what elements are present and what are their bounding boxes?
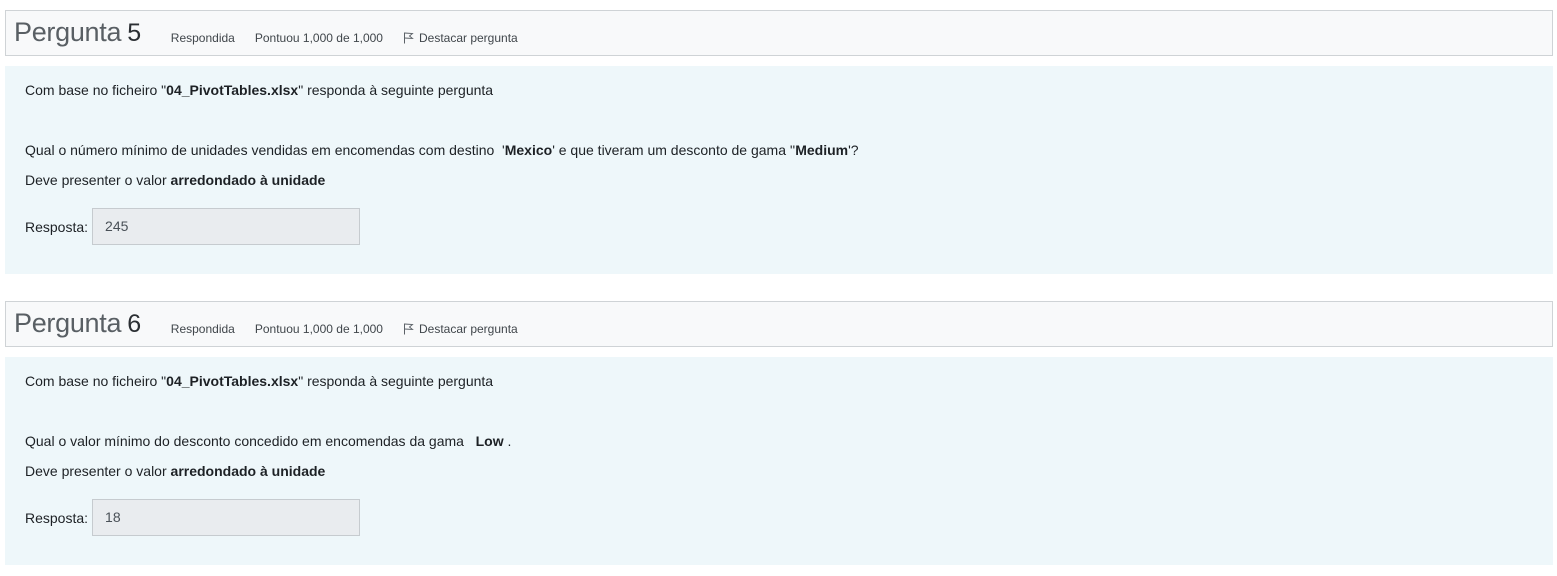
question-text-start: Qual o valor mínimo do desconto concedid… xyxy=(25,433,476,449)
question-title-prefix: Pergunta xyxy=(14,308,122,338)
answer-label: Resposta: xyxy=(25,509,89,526)
question-bold-range: Medium xyxy=(795,142,849,158)
question-instruction: Deve presenter o valor arredondado à uni… xyxy=(25,461,1533,481)
question-instruction: Deve presenter o valor arredondado à uni… xyxy=(25,170,1533,190)
answer-field[interactable]: 18 xyxy=(92,499,361,536)
intro-filename: 04_PivotTables.xlsx xyxy=(166,82,299,98)
question-info-bar: Pergunta 5 Respondida Pontuou 1,000 de 1,… xyxy=(5,10,1553,56)
question-status: Respondida xyxy=(170,322,235,336)
question-6: Pergunta 6 Respondida Pontuou 1,000 de 1,… xyxy=(5,301,1553,565)
intro-filename: 04_PivotTables.xlsx xyxy=(166,373,299,389)
question-text-end: . xyxy=(503,433,512,449)
question-bold-range: Low xyxy=(475,433,504,449)
instruction-bold: arredondado à unidade xyxy=(170,463,326,479)
question-text: Qual o valor mínimo do desconto concedid… xyxy=(25,431,1533,451)
question-grade: Pontuou 1,000 de 1,000 xyxy=(254,322,383,336)
question-text: Qual o número mínimo de unidades vendida… xyxy=(25,140,1533,160)
question-title-prefix: Pergunta xyxy=(14,17,122,47)
flag-question-link[interactable]: Destacar pergunta xyxy=(403,31,518,47)
question-intro: Com base no ficheiro "04_PivotTables.xls… xyxy=(25,80,1533,100)
question-status: Respondida xyxy=(170,31,235,45)
question-number: 5 xyxy=(127,19,141,47)
answer-row: Resposta: 18 xyxy=(25,499,1533,536)
question-grade: Pontuou 1,000 de 1,000 xyxy=(254,31,383,45)
flag-question-link[interactable]: Destacar pergunta xyxy=(403,322,518,338)
question-5: Pergunta 5 Respondida Pontuou 1,000 de 1,… xyxy=(5,10,1553,274)
question-intro: Com base no ficheiro "04_PivotTables.xls… xyxy=(25,371,1533,391)
intro-text-end: " responda à seguinte pergunta xyxy=(298,82,494,98)
intro-text: Com base no ficheiro " xyxy=(25,373,167,389)
question-title: Pergunta 6 xyxy=(14,309,141,338)
intro-text: Com base no ficheiro " xyxy=(25,82,167,98)
question-text-end: '? xyxy=(848,142,859,158)
question-content: Com base no ficheiro "04_PivotTables.xls… xyxy=(5,66,1553,274)
question-bold-country: Mexico xyxy=(504,142,553,158)
answer-field[interactable]: 245 xyxy=(92,208,361,245)
intro-text-end: " responda à seguinte pergunta xyxy=(298,373,494,389)
instruction-text: Deve presenter o valor xyxy=(25,463,171,479)
question-text-middle: ' e que tiveram um desconto de gama '' xyxy=(552,142,796,158)
flag-question-label: Destacar pergunta xyxy=(418,31,518,45)
answer-label: Resposta: xyxy=(25,218,89,235)
answer-row: Resposta: 245 xyxy=(25,208,1533,245)
flag-icon xyxy=(403,323,414,335)
instruction-text: Deve presenter o valor xyxy=(25,172,171,188)
question-content: Com base no ficheiro "04_PivotTables.xls… xyxy=(5,357,1553,565)
question-info-bar: Pergunta 6 Respondida Pontuou 1,000 de 1,… xyxy=(5,301,1553,347)
flag-question-label: Destacar pergunta xyxy=(418,322,518,336)
question-number: 6 xyxy=(127,310,141,338)
flag-icon xyxy=(403,32,414,44)
question-title: Pergunta 5 xyxy=(14,18,141,47)
instruction-bold: arredondado à unidade xyxy=(170,172,326,188)
question-text-start: Qual o número mínimo de unidades vendida… xyxy=(25,142,505,158)
